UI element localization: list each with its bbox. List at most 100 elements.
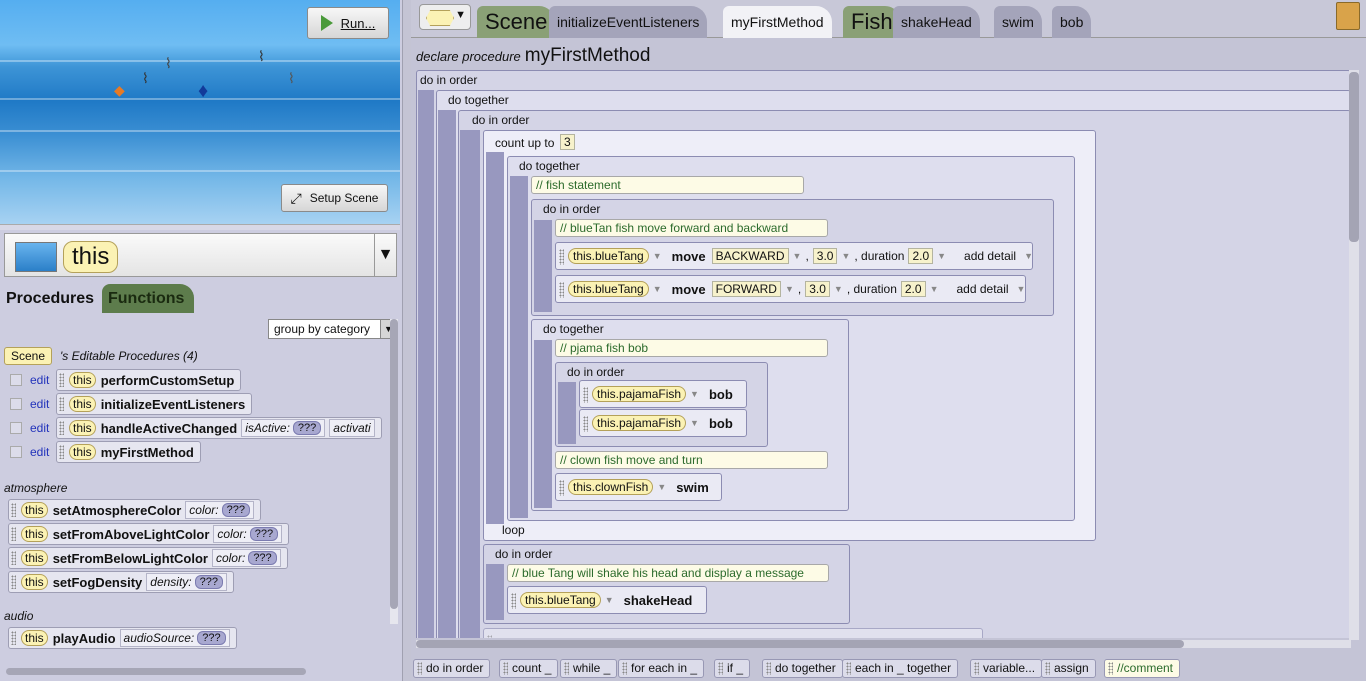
comment-statement[interactable]: // fish statement [531, 176, 804, 194]
palette-if[interactable]: if _ [714, 659, 751, 678]
tab-shake-head[interactable]: shakeHead [893, 6, 980, 38]
param-value[interactable]: ??? [221, 503, 250, 517]
code-editor-pane: ▼ Scene initializeEventListeners myFirst… [411, 0, 1366, 681]
object-pill[interactable]: this.pajamaFish [592, 386, 687, 402]
amount-value[interactable]: 3.0 [805, 281, 830, 297]
horizontal-splitter[interactable] [0, 224, 400, 230]
dropdown-arrow-icon[interactable]: ▼ [374, 234, 396, 276]
scrollbar-thumb[interactable] [1349, 72, 1359, 242]
checkbox[interactable] [10, 446, 22, 458]
procedure-block[interactable]: this playAudio audioSource:??? [8, 627, 237, 649]
block-label: do together [543, 322, 604, 336]
procedure-block[interactable]: this initializeEventListeners [56, 393, 253, 415]
procedure-block[interactable]: this handleActiveChanged isActive:??? activ… [56, 417, 382, 439]
tab-procedures[interactable]: Procedures [0, 284, 102, 314]
edit-link[interactable]: edit [30, 445, 56, 459]
clipboard-icon[interactable] [1336, 2, 1360, 30]
setup-scene-button[interactable]: ⤢ Setup Scene [281, 184, 388, 212]
param-value[interactable]: ??? [249, 527, 279, 541]
param-value[interactable]: ??? [194, 575, 223, 589]
tab-fish-type[interactable]: Fish [843, 6, 901, 38]
comment-statement[interactable]: // blue Tang will shake his head and dis… [507, 564, 829, 582]
procedure-block[interactable]: this performCustomSetup [56, 369, 242, 391]
duration-value[interactable]: 2.0 [908, 248, 934, 264]
object-pill[interactable]: this.clownFish [568, 479, 654, 495]
checkbox[interactable] [10, 422, 22, 434]
add-detail-button[interactable]: add detail [960, 249, 1020, 263]
procedure-block[interactable]: this myFirstMethod [56, 441, 201, 463]
editable-procedures-title: 's Editable Procedures (4) [60, 349, 198, 363]
param-value[interactable]: ??? [292, 421, 322, 435]
param-value[interactable]: ??? [197, 631, 226, 645]
tab-initialize-event-listeners[interactable]: initializeEventListeners [549, 6, 708, 38]
procedure-block[interactable]: this setAtmosphereColor color:??? [8, 499, 261, 521]
edit-link[interactable]: edit [30, 421, 56, 435]
object-pill[interactable]: this.pajamaFish [592, 415, 687, 431]
bob-statement[interactable]: this.pajamaFish ▼ bob [579, 380, 747, 408]
procedure-row: this playAudio audioSource:??? [8, 627, 237, 649]
pajama-fish-model: ⌇ [288, 70, 295, 86]
object-pill[interactable]: this.blueTang [520, 592, 601, 608]
procedure-block[interactable]: this setFogDensity density:??? [8, 571, 234, 593]
param-label: color: [217, 527, 247, 541]
group-by-select[interactable]: group by category ▼ [268, 319, 397, 339]
scrollbar-thumb[interactable] [390, 319, 398, 609]
code-canvas[interactable]: do in order do together do in order coun… [416, 70, 1351, 638]
procedures-horizontal-scrollbar[interactable] [6, 668, 306, 675]
add-detail-button[interactable]: add detail [952, 282, 1012, 296]
palette-for-each-in[interactable]: for each in _ [618, 659, 705, 678]
move-statement[interactable]: this.blueTang ▼ move FORWARD ▼, 3.0 ▼ , dur… [555, 275, 1026, 303]
object-pill[interactable]: this.blueTang [568, 248, 649, 264]
scrollbar-thumb[interactable] [416, 640, 1184, 648]
tab-bob[interactable]: bob [1052, 6, 1092, 38]
tab-scene-type[interactable]: Scene [477, 6, 556, 38]
palette-variable[interactable]: variable... [970, 659, 1043, 678]
vertical-splitter[interactable] [402, 0, 411, 681]
comment-statement[interactable]: // pjama fish bob [555, 339, 828, 357]
palette-each-in-together[interactable]: each in _ together [842, 659, 959, 678]
tab-functions[interactable]: Functions [102, 284, 194, 314]
duration-value[interactable]: 2.0 [900, 281, 926, 297]
procedure-name: setFromBelowLightColor [52, 550, 208, 566]
edit-link[interactable]: edit [30, 373, 56, 387]
comment-statement[interactable]: // clown fish move and turn [555, 451, 828, 469]
block-indent-bar [486, 152, 504, 524]
procedures-vertical-scrollbar[interactable] [390, 319, 398, 624]
method-name: bob [708, 415, 733, 431]
block-indent-bar [418, 90, 434, 638]
palette-count[interactable]: count _ [499, 659, 559, 678]
comment-statement[interactable]: // blueTan fish move forward and backwar… [555, 219, 828, 237]
run-button[interactable]: Run... [307, 7, 389, 39]
param-value[interactable]: ??? [248, 551, 277, 565]
palette-assign[interactable]: assign [1041, 659, 1096, 678]
type-selector[interactable]: ▼ [419, 4, 471, 30]
procedure-block[interactable]: this setFromAboveLightColor color:??? [8, 523, 290, 545]
checkbox[interactable] [10, 398, 22, 410]
tab-my-first-method[interactable]: myFirstMethod [723, 6, 832, 38]
shake-head-statement[interactable]: this.blueTang ▼ shakeHead [507, 586, 707, 614]
instance-selector[interactable]: this ▼ [4, 233, 397, 277]
procedure-block[interactable]: this setFromBelowLightColor color:??? [8, 547, 288, 569]
count-value[interactable]: 3 [560, 134, 575, 150]
direction-value[interactable]: BACKWARD [711, 248, 789, 264]
direction-value[interactable]: FORWARD [711, 281, 781, 297]
scene-view[interactable]: ◆ ⌇ ⌇ ♦ ⌇ ⌇ Run... ⤢ Setup Scene [0, 0, 400, 224]
palette-do-together[interactable]: do together [762, 659, 843, 678]
partial-statement[interactable] [483, 628, 983, 638]
left-pane: ◆ ⌇ ⌇ ♦ ⌇ ⌇ Run... ⤢ Setup Scene this ▼ … [0, 0, 402, 681]
swim-statement[interactable]: this.clownFish ▼ swim [555, 473, 722, 501]
checkbox[interactable] [10, 374, 22, 386]
palette-while[interactable]: while _ [560, 659, 618, 678]
tab-swim[interactable]: swim [994, 6, 1042, 38]
edit-link[interactable]: edit [30, 397, 56, 411]
palette-do-in-order[interactable]: do in order [413, 659, 491, 678]
bob-statement[interactable]: this.pajamaFish ▼ bob [579, 409, 747, 437]
object-pill[interactable]: this.blueTang [568, 281, 649, 297]
procedure-name: setFogDensity [52, 574, 143, 590]
editor-vertical-scrollbar[interactable] [1349, 70, 1359, 640]
editor-horizontal-scrollbar[interactable] [416, 640, 1351, 648]
chevron-down-icon: ▼ [841, 251, 851, 261]
amount-value[interactable]: 3.0 [812, 248, 838, 264]
palette-comment[interactable]: //comment [1104, 659, 1181, 678]
move-statement[interactable]: this.blueTang ▼ move BACKWARD ▼, 3.0 ▼ , du… [555, 242, 1033, 270]
